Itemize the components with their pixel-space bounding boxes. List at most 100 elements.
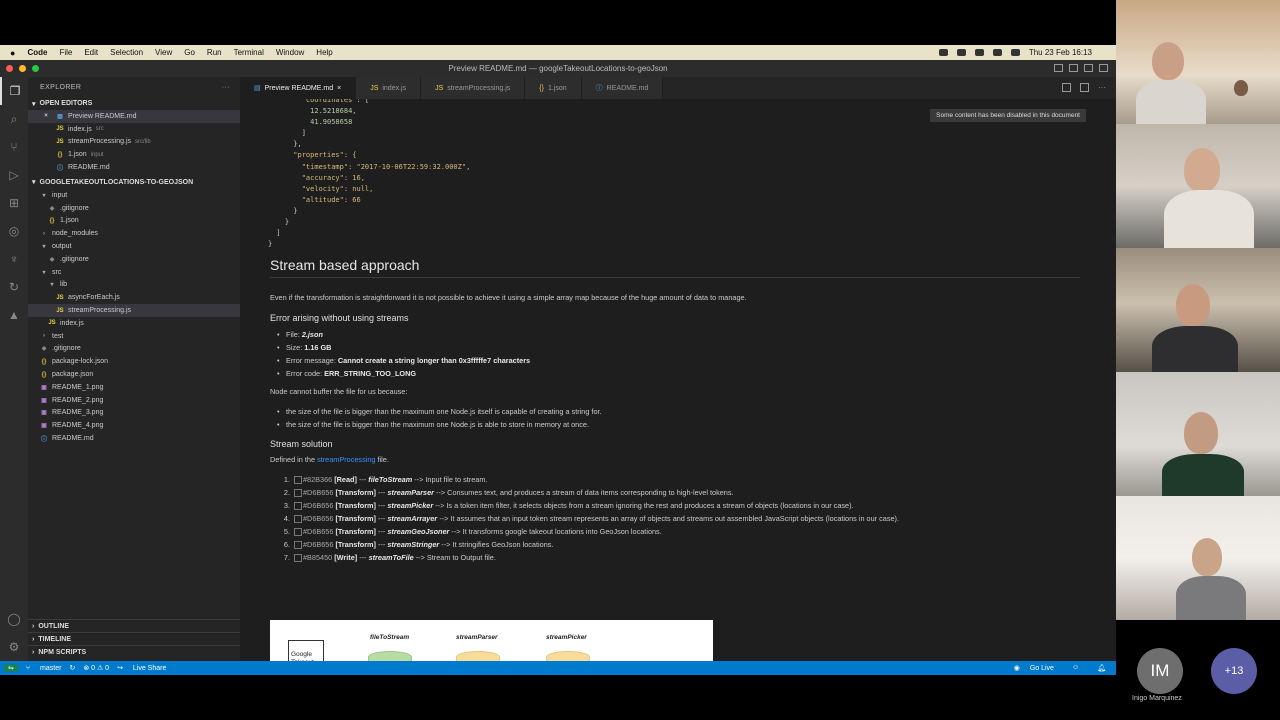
file-tree-item[interactable]: {} package-lock.json bbox=[28, 355, 240, 368]
minimize-window-icon[interactable] bbox=[19, 65, 26, 72]
menu-view[interactable]: View bbox=[155, 48, 172, 57]
file-tree-item[interactable]: {} package.json bbox=[28, 368, 240, 381]
content-disabled-notice[interactable]: Some content has been disabled in this d… bbox=[930, 109, 1086, 122]
deploy-icon[interactable]: ▲ bbox=[0, 301, 28, 329]
more-actions-icon[interactable]: ··· bbox=[1098, 83, 1106, 92]
file-tree-item[interactable]: ▾ src bbox=[28, 266, 240, 279]
open-editor-item[interactable]: JS streamProcessing.js src/lib bbox=[28, 136, 240, 149]
notifications-icon[interactable]: 🔔︎ bbox=[1097, 664, 1106, 672]
tab-1-json[interactable]: {} 1.json bbox=[525, 77, 582, 99]
toggle-sidebar-icon[interactable] bbox=[1054, 64, 1063, 72]
menubar-clock[interactable]: Thu 23 Feb 16:13 bbox=[1029, 48, 1092, 57]
timeline-section[interactable]: › TIMELINE bbox=[28, 632, 240, 645]
npm-scripts-section[interactable]: › NPM SCRIPTS bbox=[28, 645, 240, 658]
git-graph-icon[interactable]: ↻ bbox=[0, 273, 28, 301]
tab-preview-readme[interactable]: ▤ Preview README.md × bbox=[240, 77, 357, 99]
menu-selection[interactable]: Selection bbox=[110, 48, 143, 57]
remote-icon[interactable]: ◎ bbox=[0, 217, 28, 245]
tab-readme[interactable]: ⓘ README.md bbox=[581, 77, 664, 99]
open-source-icon[interactable] bbox=[1062, 83, 1071, 92]
zoom-window-icon[interactable] bbox=[32, 65, 39, 72]
open-editors-section[interactable]: ▾ OPEN EDITORS bbox=[28, 97, 240, 110]
feedback-icon[interactable]: ☺ bbox=[1072, 664, 1079, 672]
file-tree-item[interactable]: › node_modules bbox=[28, 227, 240, 240]
file-tree-item[interactable]: ◆ .gitignore bbox=[28, 343, 240, 356]
file-tree-label: README_2.png bbox=[52, 396, 104, 404]
file-tree-item[interactable]: ▾ output bbox=[28, 240, 240, 253]
json-file-icon: {} bbox=[539, 84, 544, 92]
file-tree-item[interactable]: ▾ input bbox=[28, 189, 240, 202]
file-tree-label: src bbox=[52, 268, 62, 276]
open-editor-item[interactable]: JS index.js src bbox=[28, 123, 240, 136]
participant-video[interactable] bbox=[1116, 496, 1280, 620]
close-window-icon[interactable] bbox=[6, 65, 13, 72]
file-tree-item[interactable]: JS index.js bbox=[28, 317, 240, 330]
customize-layout-icon[interactable] bbox=[1099, 64, 1108, 72]
run-debug-icon[interactable]: ▷ bbox=[0, 161, 28, 189]
participant-avatar[interactable]: IM bbox=[1137, 648, 1183, 694]
tab-index-js[interactable]: JS index.js bbox=[356, 77, 422, 99]
file-tree-item[interactable]: JS asyncForEach.js bbox=[28, 291, 240, 304]
more-actions-icon[interactable]: ··· bbox=[222, 84, 230, 91]
file-tree-item[interactable]: ▣ README_1.png bbox=[28, 381, 240, 394]
control-center-icon[interactable] bbox=[1010, 49, 1020, 56]
close-tab-icon[interactable]: × bbox=[337, 85, 341, 92]
menu-terminal[interactable]: Terminal bbox=[234, 48, 264, 57]
problems-indicator[interactable]: ⊗ 0 ⚠ 0 bbox=[83, 664, 109, 672]
menu-window[interactable]: Window bbox=[276, 48, 304, 57]
remote-indicator-icon[interactable]: ⇋ bbox=[4, 664, 18, 672]
open-editor-item[interactable]: {} 1.json input bbox=[28, 148, 240, 161]
source-control-icon[interactable]: ⑂ bbox=[0, 133, 28, 161]
file-tree-item[interactable]: ▣ README_4.png bbox=[28, 419, 240, 432]
status-icon[interactable] bbox=[938, 49, 948, 56]
sync-icon[interactable]: ↻ bbox=[69, 664, 75, 672]
file-tree-label: README_4.png bbox=[52, 422, 104, 430]
node-cannot-paragraph: Node cannot buffer the file for us becau… bbox=[270, 387, 408, 396]
file-tree-item[interactable]: › test bbox=[28, 330, 240, 343]
toggle-panel-icon[interactable] bbox=[1069, 64, 1078, 72]
outline-section[interactable]: › OUTLINE bbox=[28, 619, 240, 632]
menu-app[interactable]: Code bbox=[27, 48, 47, 57]
battery-icon[interactable] bbox=[992, 49, 1002, 56]
file-tree-item[interactable]: ⓘ README.md bbox=[28, 432, 240, 445]
apple-icon[interactable]: ● bbox=[10, 48, 15, 58]
search-icon[interactable]: ⌕ bbox=[0, 105, 28, 133]
account-icon[interactable]: ◯ bbox=[0, 605, 28, 633]
file-tree-item[interactable]: ▣ README_2.png bbox=[28, 394, 240, 407]
extensions-icon[interactable]: ⊞ bbox=[0, 189, 28, 217]
open-editor-item[interactable]: ⓘ README.md bbox=[28, 161, 240, 174]
toggle-secondary-sidebar-icon[interactable] bbox=[1084, 64, 1093, 72]
wifi-icon[interactable] bbox=[974, 49, 984, 56]
close-icon[interactable]: × bbox=[40, 113, 52, 119]
tree-icon[interactable]: ♆ bbox=[0, 245, 28, 273]
more-participants-button[interactable]: +13 bbox=[1211, 648, 1257, 694]
file-tree-item[interactable]: ▣ README_3.png bbox=[28, 407, 240, 420]
code-line: ] bbox=[268, 129, 306, 138]
explorer-icon[interactable]: ❐ bbox=[0, 77, 28, 105]
manage-gear-icon[interactable]: ⚙ bbox=[0, 633, 28, 661]
menu-run[interactable]: Run bbox=[207, 48, 222, 57]
live-share-button[interactable]: ↪ Live Share bbox=[117, 664, 166, 672]
menu-help[interactable]: Help bbox=[316, 48, 332, 57]
stream-processing-link[interactable]: streamProcessing bbox=[317, 455, 375, 464]
participant-video[interactable] bbox=[1116, 372, 1280, 496]
participant-video[interactable] bbox=[1116, 124, 1280, 248]
file-tree-item[interactable]: ◆ .gitignore bbox=[28, 202, 240, 215]
menu-file[interactable]: File bbox=[59, 48, 72, 57]
open-editor-item[interactable]: × ▤ Preview README.md bbox=[28, 110, 240, 123]
tab-stream-processing[interactable]: JS streamProcessing.js bbox=[421, 77, 526, 99]
participant-video[interactable] bbox=[1116, 0, 1280, 124]
project-section[interactable]: ▾ GOOGLETAKEOUTLOCATIONS-TO-GEOJSON bbox=[28, 176, 240, 189]
file-tree-item[interactable]: ▾ lib bbox=[28, 279, 240, 292]
file-tree-item[interactable]: JS streamProcessing.js bbox=[28, 304, 240, 317]
window-title: Preview README.md — googleTakeoutLocatio… bbox=[448, 64, 668, 73]
menu-go[interactable]: Go bbox=[184, 48, 195, 57]
menu-edit[interactable]: Edit bbox=[84, 48, 98, 57]
split-editor-icon[interactable] bbox=[1080, 83, 1089, 92]
participant-video[interactable] bbox=[1116, 248, 1280, 372]
file-tree-item[interactable]: ◆ .gitignore bbox=[28, 253, 240, 266]
file-tree-item[interactable]: {} 1.json bbox=[28, 215, 240, 228]
branch-indicator[interactable]: ⑂ master bbox=[26, 665, 62, 672]
go-live-button[interactable]: ◉ Go Live bbox=[1014, 664, 1054, 672]
bluetooth-icon[interactable] bbox=[956, 49, 966, 56]
